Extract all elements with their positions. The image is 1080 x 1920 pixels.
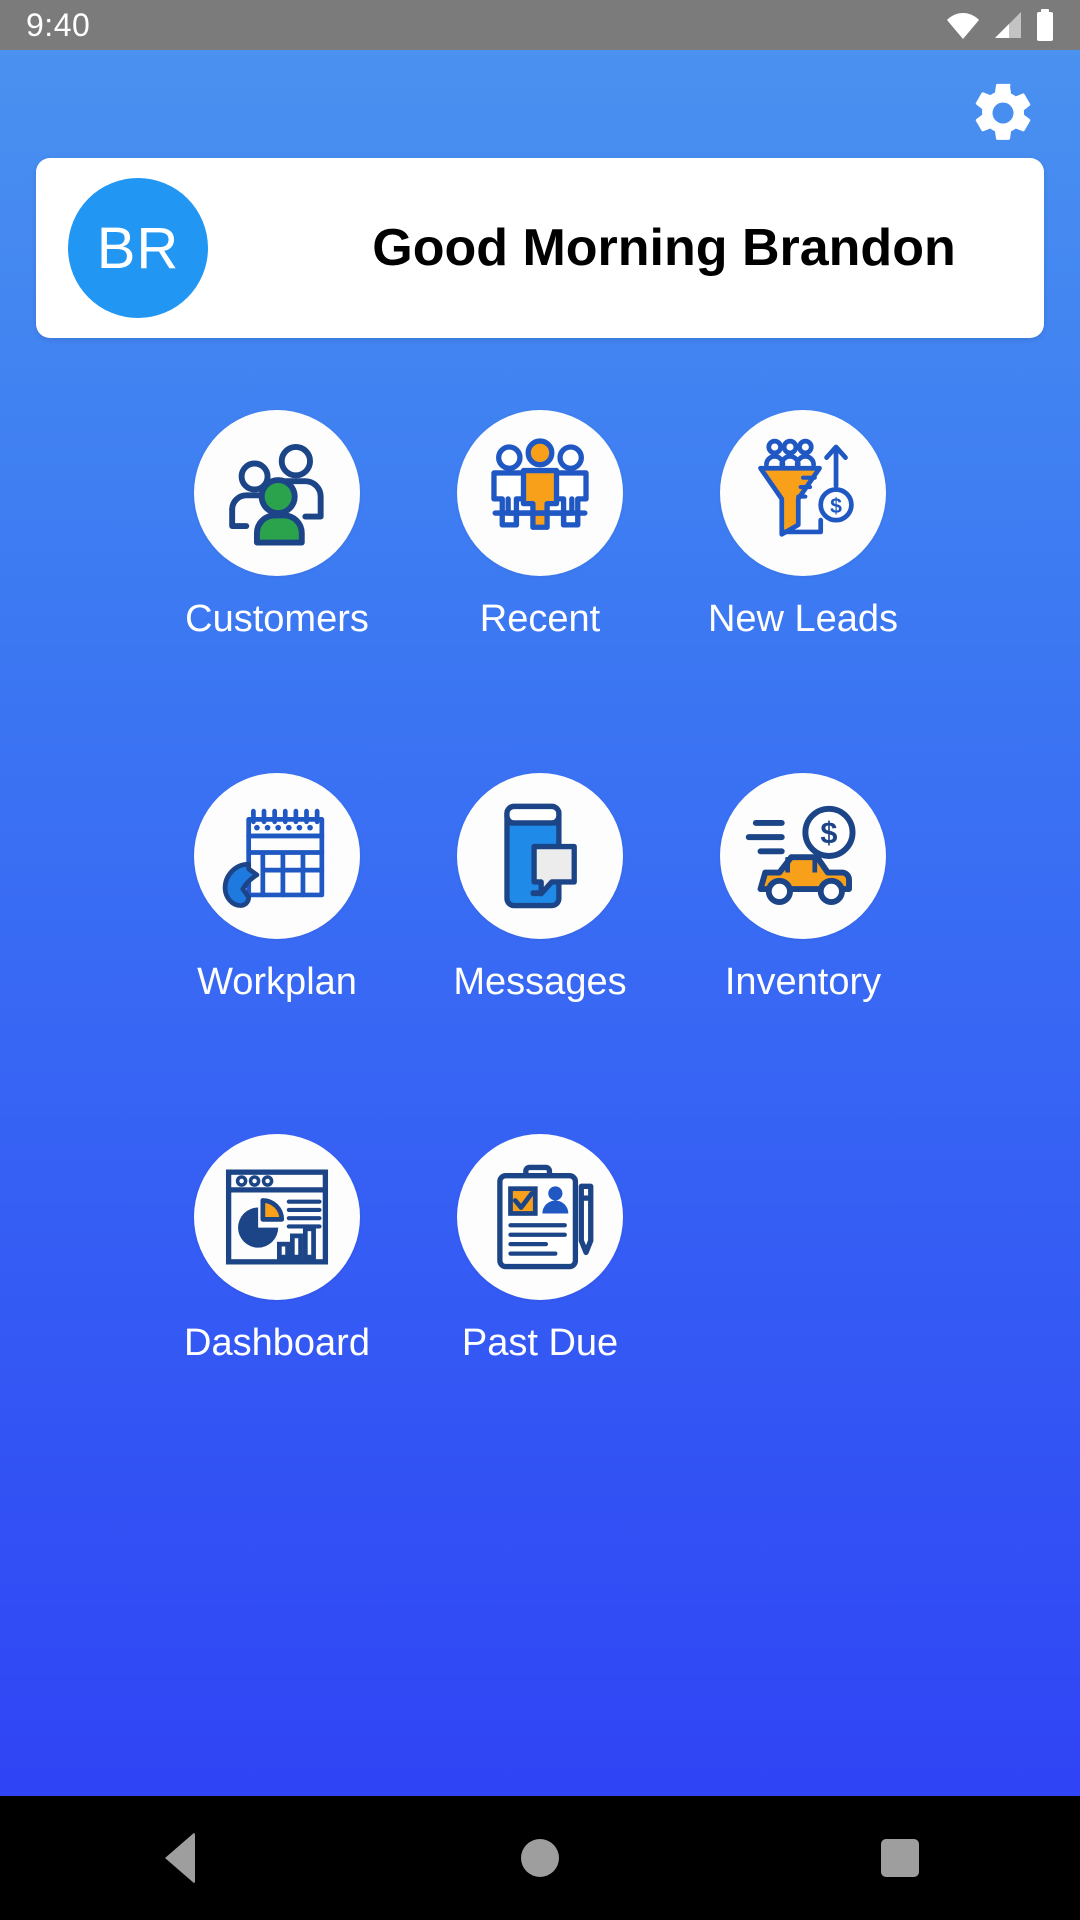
nav-home-button[interactable]	[450, 1796, 630, 1920]
calendar-phone-icon	[222, 808, 325, 908]
new-leads-icon-circle: $	[720, 410, 886, 576]
menu-grid: Customers Recent $ New Leads Workplan Me…	[0, 410, 1080, 1365]
phone-screen: 9:40 BR Good Morning Brandon Customers R…	[0, 0, 1080, 1920]
back-triangle-icon	[165, 1832, 195, 1884]
menu-label-messages: Messages	[453, 961, 627, 1003]
workplan-icon-circle	[194, 773, 360, 939]
menu-row-3: Dashboard Past Due	[0, 1134, 1080, 1365]
avatar-initials: BR	[96, 215, 180, 281]
customers-icon-circle	[194, 410, 360, 576]
menu-item-new-leads[interactable]: $ New Leads	[672, 410, 935, 641]
app-background: BR Good Morning Brandon Customers Recent…	[0, 50, 1080, 1796]
gear-icon	[975, 83, 1031, 140]
menu-label-past-due: Past Due	[461, 1322, 619, 1364]
menu-item-workplan[interactable]: Workplan	[146, 773, 409, 1004]
settings-button[interactable]	[962, 72, 1044, 154]
menu-label-dashboard: Dashboard	[184, 1322, 370, 1364]
menu-label-customers: Customers	[185, 598, 369, 640]
menu-item-recent[interactable]: Recent	[409, 410, 672, 641]
phone-chat-icon	[504, 803, 577, 909]
recents-square-icon	[881, 1839, 919, 1877]
clipboard-pen-icon	[497, 1164, 594, 1270]
nav-recents-button[interactable]	[810, 1796, 990, 1920]
svg-text:$: $	[830, 494, 842, 518]
menu-label-recent: Recent	[479, 598, 601, 640]
recent-icon-circle	[457, 410, 623, 576]
home-circle-icon	[521, 1839, 559, 1877]
inventory-icon-circle: $	[720, 773, 886, 939]
row-spacer-1	[0, 641, 1080, 773]
messages-icon-circle	[457, 773, 623, 939]
nav-back-button[interactable]	[90, 1796, 270, 1920]
car-dollar-icon: $	[745, 805, 856, 905]
avatar: BR	[68, 178, 208, 318]
android-nav-bar	[0, 1796, 1080, 1920]
past-due-icon-circle	[457, 1134, 623, 1300]
cellular-signal-icon	[995, 12, 1021, 38]
meeting-people-icon	[491, 438, 589, 530]
menu-item-past-due[interactable]: Past Due	[409, 1134, 672, 1365]
menu-label-workplan: Workplan	[197, 961, 357, 1003]
status-bar-clock: 9:40	[26, 6, 91, 43]
dashboard-icon-circle	[194, 1134, 360, 1300]
menu-label-new-leads: New Leads	[707, 598, 899, 640]
battery-icon	[1037, 9, 1053, 41]
sales-funnel-icon: $	[758, 438, 854, 537]
greeting-card[interactable]: BR Good Morning Brandon	[36, 158, 1044, 338]
analytics-window-icon	[225, 1169, 329, 1265]
menu-item-dashboard[interactable]: Dashboard	[146, 1134, 409, 1365]
menu-item-messages[interactable]: Messages	[409, 773, 672, 1004]
menu-label-inventory: Inventory	[724, 961, 882, 1003]
menu-item-customers[interactable]: Customers	[146, 410, 409, 641]
menu-row-2: Workplan Messages $ Inventory	[0, 773, 1080, 1004]
people-group-icon	[229, 444, 324, 546]
menu-item-inventory[interactable]: $ Inventory	[672, 773, 935, 1004]
wifi-icon	[947, 13, 979, 39]
svg-text:$: $	[820, 816, 837, 850]
greeting-message: Good Morning Brandon	[372, 219, 956, 277]
status-bar-icons	[946, 9, 1054, 41]
row-spacer-2	[0, 1004, 1080, 1134]
status-bar: 9:40	[0, 0, 1080, 50]
menu-row-1: Customers Recent $ New Leads	[0, 410, 1080, 641]
